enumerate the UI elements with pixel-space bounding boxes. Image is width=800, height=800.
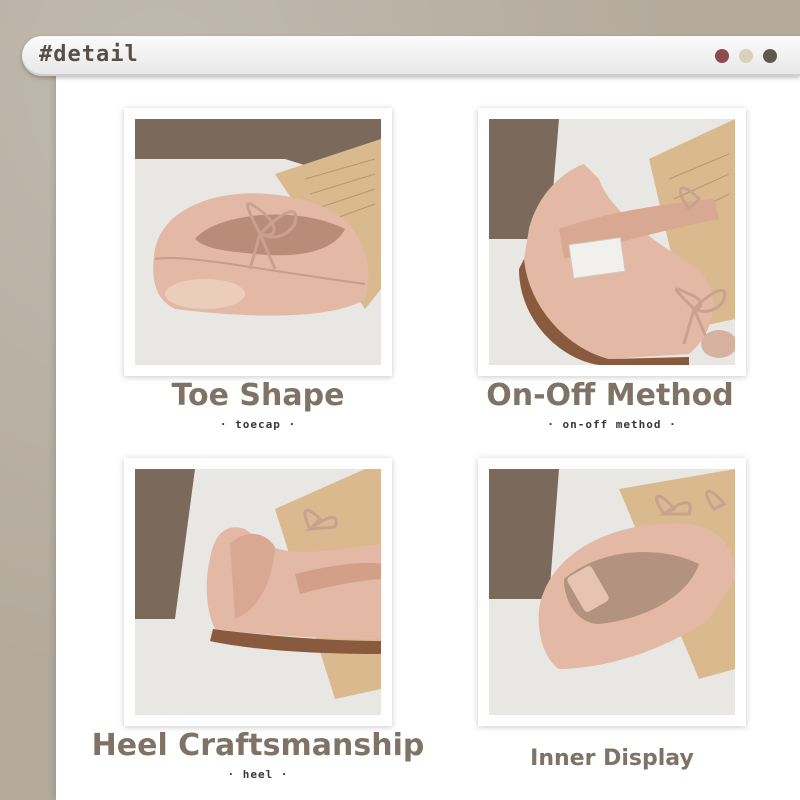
toe-shape-subtitle: · toecap · [219, 418, 297, 431]
heel-caption: Heel Craftsmanship [91, 728, 425, 763]
on-off-card [478, 108, 746, 376]
window-dot-red-icon [715, 49, 729, 63]
window-dot-dark-icon [763, 49, 777, 63]
toe-shape-caption: Toe Shape [171, 378, 345, 413]
toe-shape-card [124, 108, 392, 376]
on-off-subtitle: · on-off method · [547, 418, 677, 431]
heel-photo [135, 469, 381, 715]
inner-card [478, 458, 746, 726]
toe-shape-photo [135, 119, 381, 365]
window-dot-beige-icon [739, 49, 753, 63]
inner-caption: Inner Display [530, 746, 694, 771]
inner-photo [489, 469, 735, 715]
window-title: #detail [39, 42, 139, 67]
title-bar: #detail [22, 36, 800, 76]
heel-subtitle: · heel · [227, 768, 289, 781]
heel-card [124, 458, 392, 726]
on-off-photo [489, 119, 735, 365]
on-off-caption: On-Off Method [486, 378, 734, 413]
